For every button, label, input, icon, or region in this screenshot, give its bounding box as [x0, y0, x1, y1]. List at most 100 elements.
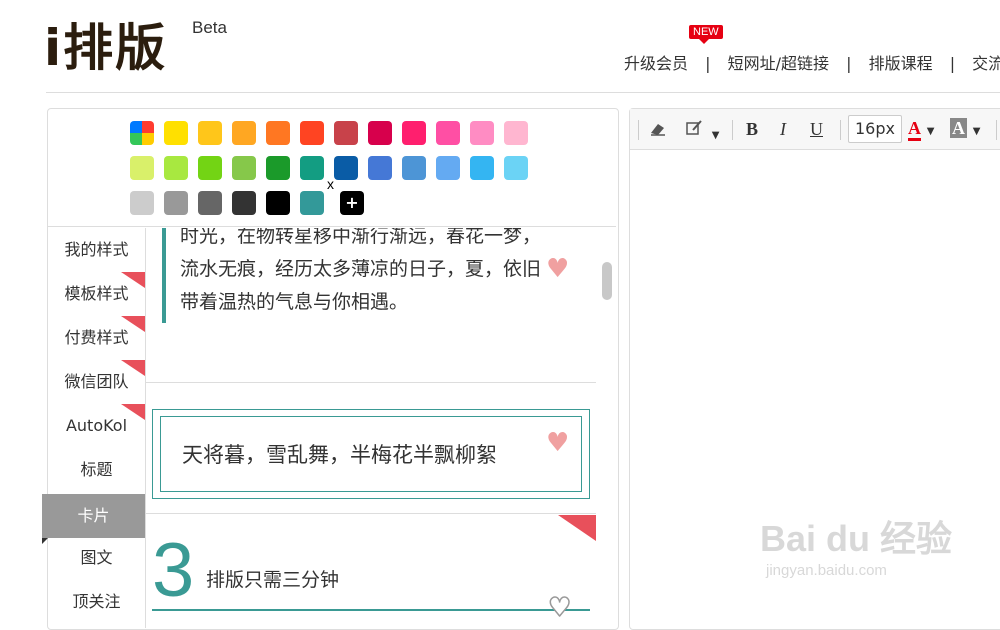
sidebar-item-my-styles[interactable]: 我的样式 — [48, 228, 145, 272]
sidebar-item-image-text[interactable]: 图文 — [48, 536, 145, 580]
color-swatch[interactable] — [334, 156, 358, 180]
chevron-down-icon[interactable]: ▼ — [927, 126, 935, 137]
bg-color-button[interactable]: A ▼ — [950, 118, 980, 140]
beta-label: Beta — [192, 18, 227, 37]
sidebar-item-label: 图文 — [80, 548, 113, 567]
color-swatch[interactable] — [470, 156, 494, 180]
card-text: 时光，在物转星移中渐行渐远，春花一梦，流水无痕，经历太多薄凉的日子，夏，依旧带着… — [180, 228, 542, 313]
scrollbar-thumb[interactable] — [602, 262, 612, 300]
category-sidebar: 我的样式 模板样式 付费样式 微信团队 AutoKol 标题 图文 顶关注 — [48, 228, 146, 628]
card-text: 排版只需三分钟 — [206, 569, 340, 591]
sidebar-item-label: AutoKol — [65, 416, 128, 435]
corner-flag — [121, 360, 145, 376]
color-swatch[interactable] — [300, 156, 324, 180]
card-number: 3 — [152, 528, 195, 613]
sidebar-item-wechat-team[interactable]: 微信团队 — [48, 360, 145, 404]
nav-course[interactable]: 排版课程 — [869, 54, 933, 73]
add-color-button[interactable]: + — [340, 191, 364, 215]
color-swatch[interactable] — [300, 191, 324, 215]
palette-divider — [48, 226, 616, 227]
font-size-select[interactable]: 16px — [848, 115, 902, 143]
color-swatch[interactable] — [436, 156, 460, 180]
color-swatch[interactable] — [266, 191, 290, 215]
chevron-down-icon[interactable]: ▼ — [712, 130, 720, 141]
nav-separator: | — [705, 54, 711, 73]
color-swatch[interactable] — [266, 121, 290, 145]
color-swatch[interactable] — [130, 156, 154, 180]
sidebar-item-follow[interactable]: 顶关注 — [48, 580, 145, 624]
corner-flag — [121, 316, 145, 332]
color-swatch[interactable] — [368, 121, 392, 145]
accent-bar — [162, 228, 166, 323]
style-card[interactable]: 3 排版只需三分钟 ♥ — [146, 515, 596, 618]
nav-short-url[interactable]: 短网址/超链接 — [728, 54, 829, 73]
toolbar-divider — [732, 120, 733, 140]
sidebar-item-autokol[interactable]: AutoKol — [48, 404, 145, 448]
color-swatch[interactable] — [504, 156, 528, 180]
color-swatch[interactable] — [504, 121, 528, 145]
sidebar-item-label: 模板样式 — [64, 284, 129, 303]
nav-separator: | — [846, 54, 852, 73]
color-swatch[interactable] — [300, 121, 324, 145]
toolbar-divider — [638, 120, 639, 140]
header-divider — [46, 92, 1000, 93]
color-swatch[interactable] — [266, 156, 290, 180]
sidebar-item-label: 微信团队 — [64, 372, 129, 391]
nav-separator: | — [949, 54, 956, 73]
color-swatch[interactable] — [436, 121, 460, 145]
sidebar-item-label: 标题 — [80, 460, 113, 479]
palette-custom-color[interactable] — [130, 121, 154, 145]
color-swatch[interactable] — [402, 121, 426, 145]
sidebar-item-label: 卡片 — [77, 506, 110, 525]
eraser-icon[interactable] — [648, 119, 668, 141]
baidu-watermark: Bai du 经验 jingyan.baidu.com — [760, 510, 952, 579]
color-swatch[interactable] — [130, 191, 154, 215]
heart-outline-icon[interactable]: ♥ — [547, 592, 572, 618]
underline-button[interactable]: U — [810, 118, 823, 140]
watermark-main: Bai du 经验 — [760, 518, 953, 559]
top-nav: 升级会员 | 短网址/超链接 | 排版课程 | 交流/反 — [624, 50, 1000, 74]
sidebar-item-title[interactable]: 标题 — [48, 448, 145, 492]
color-swatch[interactable] — [232, 191, 256, 215]
color-swatch[interactable] — [198, 191, 222, 215]
color-swatch[interactable] — [334, 121, 358, 145]
bold-button[interactable]: B — [746, 118, 758, 140]
card-underline — [152, 609, 590, 611]
color-swatch[interactable] — [198, 156, 222, 180]
nav-upgrade-member[interactable]: 升级会员 — [624, 54, 688, 73]
color-swatch[interactable] — [164, 121, 188, 145]
new-badge: NEW — [689, 25, 723, 44]
chevron-down-icon[interactable]: ▼ — [973, 126, 981, 137]
toolbar-divider — [996, 120, 997, 140]
color-swatch[interactable] — [232, 121, 256, 145]
sidebar-item-templates[interactable]: 模板样式 — [48, 272, 145, 316]
color-swatch[interactable] — [368, 156, 392, 180]
style-card[interactable]: 时光，在物转星移中渐行渐远，春花一梦，流水无痕，经历太多薄凉的日子，夏，依旧带着… — [146, 228, 596, 383]
sidebar-item-label: 顶关注 — [72, 592, 121, 611]
color-swatch[interactable] — [198, 121, 222, 145]
sidebar-item-label: 我的样式 — [64, 240, 129, 259]
italic-button[interactable]: I — [780, 118, 786, 140]
color-swatch[interactable] — [232, 156, 256, 180]
corner-flag — [121, 272, 145, 288]
remove-color-icon[interactable]: x — [327, 176, 334, 192]
style-list: 时光，在物转星移中渐行渐远，春花一梦，流水无痕，经历太多薄凉的日子，夏，依旧带着… — [146, 228, 596, 618]
font-color-button[interactable]: A ▼ — [908, 118, 935, 141]
card-text: 天将暮，雪乱舞，半梅花半飘柳絮 — [182, 443, 497, 467]
heart-icon[interactable]: ♥ — [546, 428, 569, 458]
heart-icon[interactable]: ♥ — [546, 254, 569, 284]
color-swatch[interactable] — [470, 121, 494, 145]
format-brush-icon[interactable]: ▼ — [684, 118, 720, 141]
logo-text: i排版 — [44, 19, 168, 77]
style-card[interactable]: 天将暮，雪乱舞，半梅花半飘柳絮 ♥ — [146, 383, 596, 514]
sidebar-item-paid[interactable]: 付费样式 — [48, 316, 145, 360]
color-swatch[interactable] — [164, 191, 188, 215]
sidebar-item-card-active[interactable]: 卡片 — [42, 494, 145, 544]
sidebar-item-label: 付费样式 — [64, 328, 129, 347]
corner-flag — [121, 404, 145, 420]
color-swatch[interactable] — [164, 156, 188, 180]
corner-flag — [558, 515, 596, 541]
font-color-icon: A — [908, 118, 921, 141]
nav-community[interactable]: 交流/反 — [972, 54, 1000, 73]
color-swatch[interactable] — [402, 156, 426, 180]
